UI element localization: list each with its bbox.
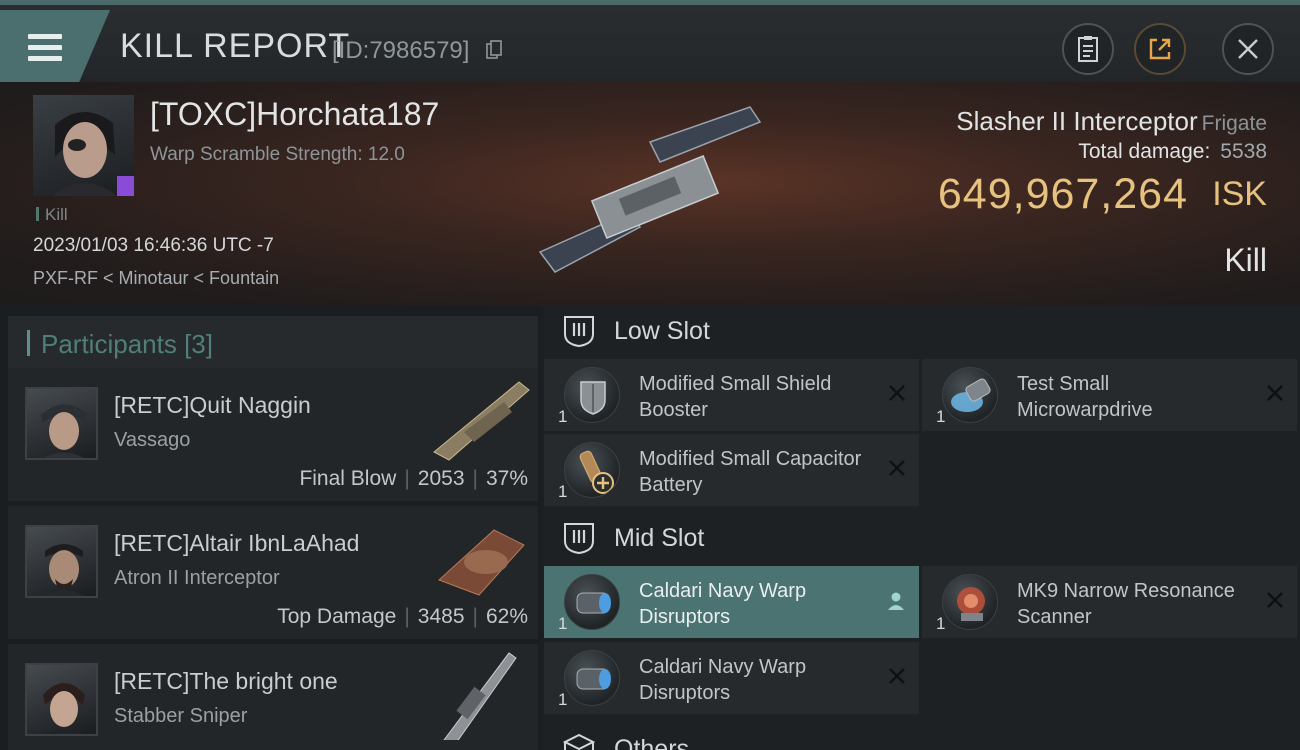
victim-subtitle: Warp Scramble Strength: 12.0: [150, 144, 405, 165]
menu-button[interactable]: [0, 10, 110, 82]
destroyed-x-icon: [889, 460, 905, 476]
warp-disruptor-icon: [564, 650, 620, 706]
victim-ship-class: Frigate: [1201, 112, 1267, 135]
share-button[interactable]: [1134, 23, 1186, 75]
others-title: Others: [614, 735, 690, 750]
participant-damage: 3485: [417, 605, 465, 628]
module-name: Caldari Navy Warp Disruptors: [639, 656, 807, 704]
kill-summary-banner: [TOXC]Horchata187 Warp Scramble Strength…: [0, 82, 1300, 306]
participant-name[interactable]: [RETC]Altair IbnLaAhad: [114, 530, 359, 557]
destroyed-x-icon: [1267, 385, 1283, 401]
victim-name[interactable]: [TOXC]Horchata187: [150, 96, 439, 133]
module-quantity: 1: [558, 690, 568, 709]
person-icon: [888, 592, 904, 610]
module-item[interactable]: 1 Test Small Microwarpdrive: [922, 359, 1297, 431]
avatar[interactable]: [25, 387, 98, 460]
module-item[interactable]: 1 MK9 Narrow Resonance Scanner: [922, 566, 1297, 638]
participant-ship: Stabber Sniper: [114, 705, 248, 727]
module-name: Modified Small Shield Booster: [639, 373, 832, 421]
cargo-icon: [562, 733, 596, 750]
module-quantity: 1: [936, 407, 946, 426]
destroyed-x-icon: [889, 385, 905, 401]
participant-name[interactable]: [RETC]The bright one: [114, 668, 338, 695]
total-damage-value: 5538: [1220, 140, 1267, 163]
participants-title: Participants [3]: [41, 329, 213, 359]
low-slot-header[interactable]: Low Slot: [544, 306, 1300, 356]
module-quantity: 1: [558, 407, 568, 426]
participant-ship: Atron II Interceptor: [114, 567, 280, 589]
close-button[interactable]: [1222, 23, 1274, 75]
share-icon: [1149, 38, 1171, 60]
mid-slot-title: Mid Slot: [614, 524, 705, 552]
avatar[interactable]: [25, 663, 98, 736]
participant-row[interactable]: [RETC]Quit Naggin Vassago Final Blow | 205…: [8, 368, 538, 501]
module-quantity: 1: [558, 614, 568, 633]
module-name: Caldari Navy Warp Disruptors: [639, 580, 807, 628]
participants-header: Participants [3]: [8, 316, 538, 370]
participant-percent: 62%: [485, 605, 528, 628]
victim-ship: Slasher II Interceptor Frigate: [956, 106, 1267, 137]
module-item[interactable]: 1 Modified Small Shield Booster: [544, 359, 919, 431]
kill-location[interactable]: PXF-RF < Minotaur < Fountain: [33, 268, 279, 289]
participant-ship-image: [438, 529, 525, 596]
mid-slot-header[interactable]: Mid Slot: [544, 513, 1300, 563]
isk-label: ISK: [1212, 175, 1267, 213]
kill-datetime: 2023/01/03 16:46:36 UTC -7: [33, 235, 274, 256]
resonance-scanner-icon: [942, 574, 998, 630]
participant-stats: Final Blow | 2053 | 37%: [299, 467, 528, 490]
copy-icon[interactable]: [486, 40, 502, 60]
clipboard-icon: [1078, 36, 1098, 62]
avatar[interactable]: [25, 525, 98, 598]
participants-panel: Participants [3] [RETC]Quit Naggin Vassa…: [0, 306, 540, 750]
warp-disruptor-icon: [564, 574, 620, 630]
close-icon: [1238, 39, 1258, 59]
low-slot-title: Low Slot: [614, 317, 710, 345]
kill-id: [ID:7986579]: [332, 37, 470, 64]
module-item-selected[interactable]: 1 Caldari Navy Warp Disruptors: [544, 566, 919, 638]
title-bar: KILL REPORT [ID:7986579]: [0, 0, 1300, 82]
participant-row[interactable]: [RETC]The bright one Stabber Sniper: [8, 644, 538, 750]
participant-role: Top Damage: [277, 605, 397, 628]
total-damage: Total damage: 5538: [1078, 140, 1267, 164]
destroyed-x-icon: [1267, 592, 1283, 608]
mid-slot-icon: [564, 523, 594, 555]
participant-name[interactable]: [RETC]Quit Naggin: [114, 392, 311, 419]
participant-role: Final Blow: [299, 467, 397, 490]
menu-icon: [28, 34, 62, 61]
module-item[interactable]: 1 Caldari Navy Warp Disruptors: [544, 642, 919, 714]
victim-ship-image[interactable]: [520, 102, 780, 282]
participant-percent: 37%: [485, 467, 528, 490]
module-item[interactable]: 1 Modified Small Capacitor Battery: [544, 434, 919, 506]
microwarpdrive-icon: [942, 367, 998, 423]
participant-stats: Top Damage | 3485 | 62%: [277, 605, 528, 628]
module-quantity: 1: [936, 614, 946, 633]
implant-badge-icon: [117, 176, 134, 196]
module-name: Test Small Microwarpdrive: [1017, 373, 1153, 421]
capacitor-battery-icon: [564, 442, 620, 498]
participant-row[interactable]: [RETC]Altair IbnLaAhad Atron II Intercep…: [8, 506, 538, 639]
module-name: MK9 Narrow Resonance Scanner: [1017, 580, 1235, 628]
total-damage-label: Total damage:: [1078, 140, 1211, 163]
clipboard-button[interactable]: [1062, 23, 1114, 75]
isk-value: 649,967,264: [937, 170, 1188, 218]
fitting-panel: Low Slot 1 Modified Small Shield Booster…: [544, 306, 1300, 750]
others-header[interactable]: Others: [544, 724, 1300, 750]
victim-ship-name[interactable]: Slasher II Interceptor: [956, 106, 1197, 136]
low-slot-icon: [564, 316, 594, 348]
destroyed-x-icon: [889, 668, 905, 684]
module-quantity: 1: [558, 482, 568, 501]
page-title: KILL REPORT: [120, 27, 351, 65]
module-name: Modified Small Capacitor Battery: [639, 448, 862, 496]
kill-tag: Kill: [36, 205, 68, 225]
participant-ship-image: [433, 381, 530, 461]
participant-ship-image: [443, 652, 517, 740]
participant-ship: Vassago: [114, 429, 191, 451]
participant-damage: 2053: [417, 467, 465, 490]
kill-result: Kill: [1224, 242, 1267, 278]
shield-booster-icon: [564, 367, 620, 423]
